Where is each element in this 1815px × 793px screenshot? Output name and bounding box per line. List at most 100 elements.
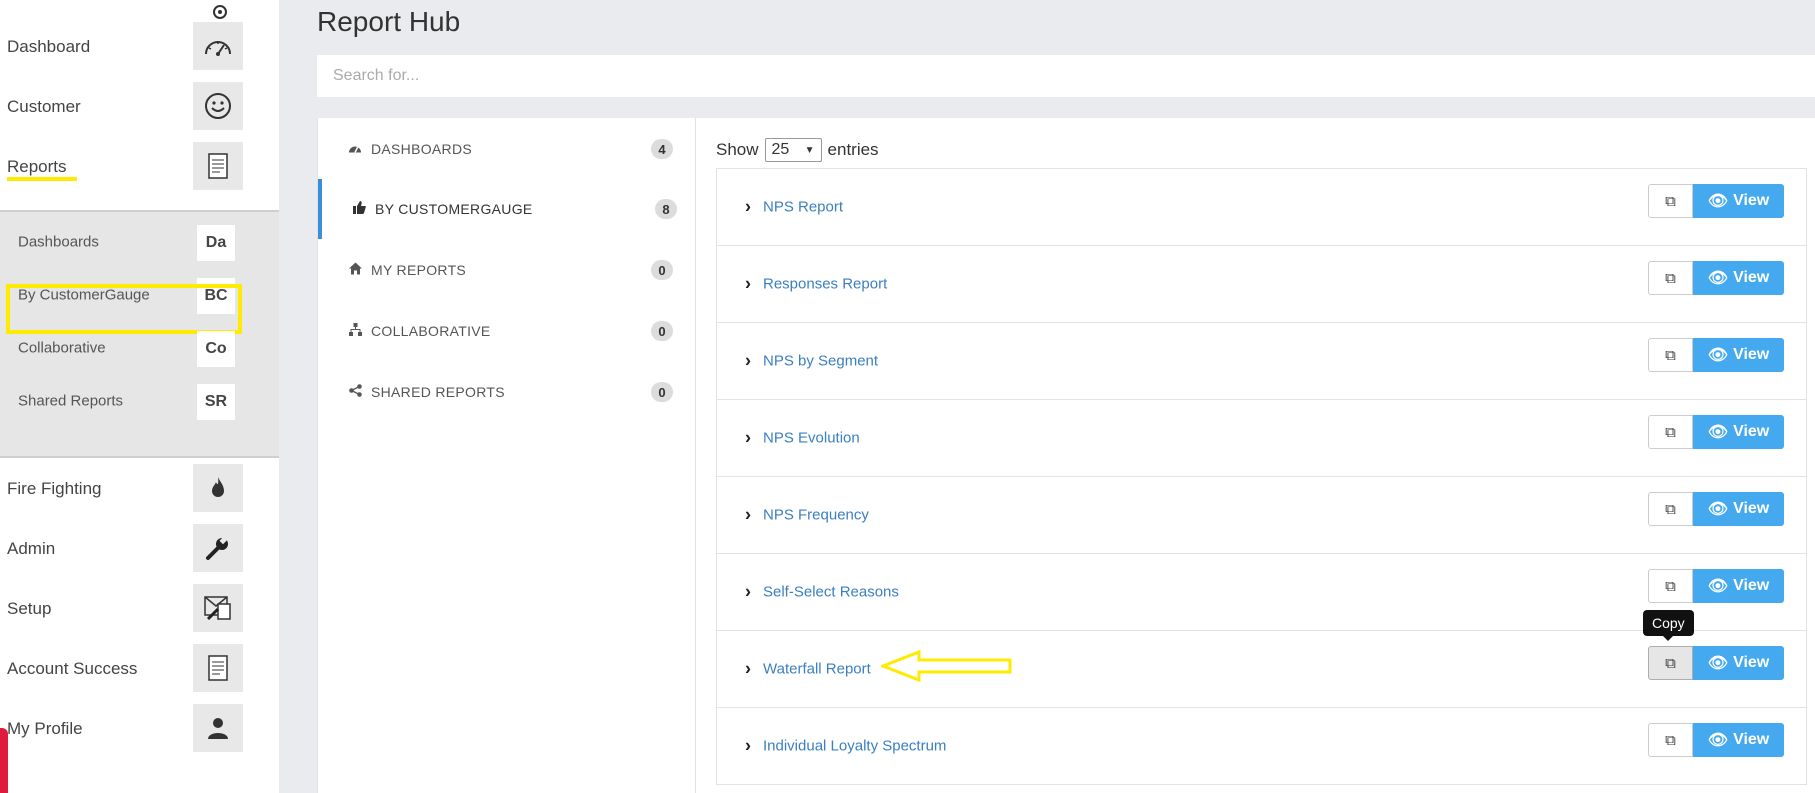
radio-dot-icon[interactable] xyxy=(213,5,227,19)
chevron-right-icon[interactable]: › xyxy=(745,736,751,757)
view-button[interactable]: 👁 View xyxy=(1693,184,1784,218)
report-link[interactable]: NPS Evolution xyxy=(763,430,860,447)
copy-icon: ⧉ xyxy=(1665,577,1676,595)
count-badge: 0 xyxy=(651,321,673,341)
copy-icon: ⧉ xyxy=(1665,192,1676,210)
view-button[interactable]: 👁 View xyxy=(1693,723,1784,757)
subnav-abbr: Co xyxy=(197,331,235,367)
nav-item-setup[interactable]: Setup xyxy=(0,581,279,637)
report-row[interactable]: › NPS Report ⧉ 👁 View xyxy=(717,169,1806,246)
count-badge: 0 xyxy=(651,382,673,402)
entries-select[interactable]: 25 ▼ xyxy=(764,138,822,162)
report-link[interactable]: Self-Select Reasons xyxy=(763,584,899,601)
subnav-abbr: SR xyxy=(197,384,235,420)
report-link[interactable]: Responses Report xyxy=(763,276,887,293)
count-badge: 0 xyxy=(651,260,673,280)
eye-icon: 👁 xyxy=(1707,347,1729,364)
copy-button[interactable]: ⧉ xyxy=(1648,723,1693,757)
report-row[interactable]: › NPS Frequency ⧉ 👁 View xyxy=(717,477,1806,554)
copy-button[interactable]: ⧉ xyxy=(1648,184,1693,218)
entries-label: entries xyxy=(827,140,879,159)
user-icon xyxy=(193,704,243,752)
nav-item-dashboard[interactable]: Dashboard xyxy=(0,19,279,75)
chevron-right-icon[interactable]: › xyxy=(745,505,751,526)
report-link[interactable]: NPS Report xyxy=(763,199,843,216)
view-label: View xyxy=(1733,577,1770,594)
report-row[interactable]: › NPS Evolution ⧉ 👁 View xyxy=(717,400,1806,477)
report-link[interactable]: Individual Loyalty Spectrum xyxy=(763,738,946,755)
subnav-label: Collaborative xyxy=(18,339,106,357)
page-title: Report Hub xyxy=(317,6,461,37)
chevron-right-icon[interactable]: › xyxy=(745,428,751,449)
nav-item-my-profile[interactable]: My Profile xyxy=(0,701,279,757)
document-icon xyxy=(193,142,243,190)
chevron-right-icon[interactable]: › xyxy=(745,582,751,603)
reports-subnav: Dashboards Da By CustomerGauge BC Collab… xyxy=(0,210,279,458)
flame-icon xyxy=(193,464,243,512)
copy-icon: ⧉ xyxy=(1665,269,1676,287)
show-label: Show xyxy=(716,140,759,159)
view-label: View xyxy=(1733,192,1770,209)
eye-icon: 👁 xyxy=(1707,270,1729,287)
view-label: View xyxy=(1733,731,1770,748)
view-button[interactable]: 👁 View xyxy=(1693,261,1784,295)
copy-icon: ⧉ xyxy=(1665,731,1676,749)
search-input[interactable] xyxy=(317,55,1815,97)
nav-item-fire-fighting[interactable]: Fire Fighting xyxy=(0,461,279,517)
document-icon xyxy=(193,644,243,692)
category-dashboards[interactable]: DASHBOARDS 4 xyxy=(318,119,696,179)
report-row[interactable]: › NPS by Segment ⧉ 👁 View xyxy=(717,323,1806,400)
report-link[interactable]: Waterfall Report xyxy=(763,661,871,678)
report-link[interactable]: NPS by Segment xyxy=(763,353,878,370)
copy-button[interactable]: ⧉ xyxy=(1648,492,1693,526)
entries-control: Show 25 ▼ entries xyxy=(716,138,879,162)
nav-item-customer[interactable]: Customer xyxy=(0,79,279,135)
copy-button[interactable]: ⧉ xyxy=(1648,415,1693,449)
view-label: View xyxy=(1733,654,1770,671)
view-label: View xyxy=(1733,269,1770,286)
report-link[interactable]: NPS Frequency xyxy=(763,507,869,524)
chevron-right-icon[interactable]: › xyxy=(745,351,751,372)
chevron-right-icon[interactable]: › xyxy=(745,197,751,218)
chevron-right-icon[interactable]: › xyxy=(745,274,751,295)
nav-item-reports[interactable]: Reports xyxy=(0,139,279,195)
eye-icon: 👁 xyxy=(1707,732,1729,749)
copy-icon: ⧉ xyxy=(1665,423,1676,441)
eye-icon: 👁 xyxy=(1707,655,1729,672)
home-icon xyxy=(347,262,363,278)
copy-button[interactable]: ⧉ xyxy=(1648,569,1693,603)
report-panel: DASHBOARDS 4 BY CUSTOMERGAUGE 8 MY REPOR… xyxy=(317,118,1815,793)
copy-button[interactable]: ⧉ xyxy=(1648,338,1693,372)
category-label: MY REPORTS xyxy=(371,262,467,278)
copy-icon: ⧉ xyxy=(1665,500,1676,518)
eye-icon: 👁 xyxy=(1707,501,1729,518)
copy-button[interactable]: ⧉ xyxy=(1648,646,1693,680)
reports-highlight-underline xyxy=(7,177,77,181)
subnav-item-dashboards[interactable]: Dashboards Da xyxy=(0,219,279,265)
view-button[interactable]: 👁 View xyxy=(1693,415,1784,449)
category-collaborative[interactable]: COLLABORATIVE 0 xyxy=(318,301,696,361)
share-icon xyxy=(347,384,363,400)
report-row[interactable]: › Responses Report ⧉ 👁 View xyxy=(717,246,1806,323)
nav-label: Customer xyxy=(7,97,81,116)
category-by-customergauge[interactable]: BY CUSTOMERGAUGE 8 xyxy=(318,179,696,239)
view-button[interactable]: 👁 View xyxy=(1693,492,1784,526)
category-shared-reports[interactable]: SHARED REPORTS 0 xyxy=(318,362,696,422)
nav-label: Dashboard xyxy=(7,37,91,56)
copy-icon: ⧉ xyxy=(1665,654,1676,672)
subnav-label: Dashboards xyxy=(18,233,99,251)
report-list: › NPS Report ⧉ 👁 View › Responses Report … xyxy=(716,168,1807,785)
nav-item-admin[interactable]: Admin xyxy=(0,521,279,577)
subnav-item-shared-reports[interactable]: Shared Reports SR xyxy=(0,378,279,424)
view-button[interactable]: 👁 View xyxy=(1693,338,1784,372)
view-button[interactable]: 👁 View xyxy=(1693,646,1784,680)
nav-item-account-success[interactable]: Account Success xyxy=(0,641,279,697)
view-button[interactable]: 👁 View xyxy=(1693,569,1784,603)
feedback-tab[interactable] xyxy=(0,728,8,793)
report-row[interactable]: › Individual Loyalty Spectrum ⧉ 👁 View xyxy=(717,708,1806,785)
subnav-item-collaborative[interactable]: Collaborative Co xyxy=(0,325,279,371)
category-my-reports[interactable]: MY REPORTS 0 xyxy=(318,240,696,300)
copy-button[interactable]: ⧉ xyxy=(1648,261,1693,295)
category-label: COLLABORATIVE xyxy=(371,323,491,339)
chevron-right-icon[interactable]: › xyxy=(745,659,751,680)
